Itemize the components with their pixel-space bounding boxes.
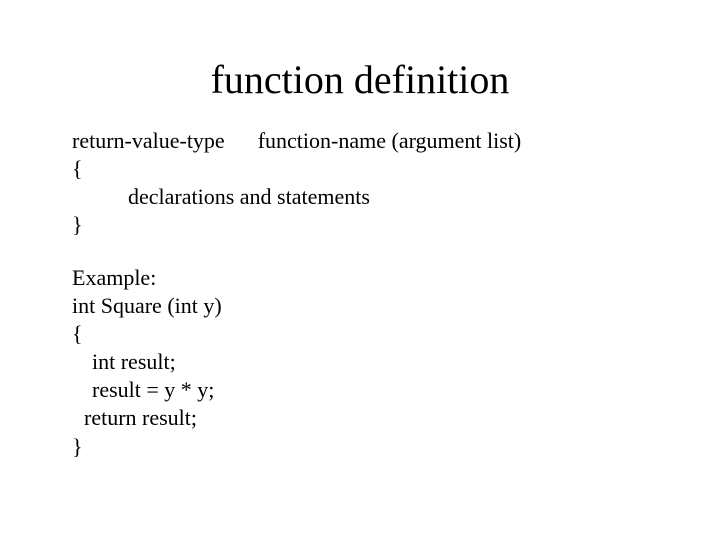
syntax-function-name-args: function-name (argument list) [258,128,522,153]
syntax-body-text: declarations and statements [72,183,660,211]
syntax-return-type: return-value-type [72,128,225,153]
example-close-brace: } [72,433,660,461]
syntax-signature-line: return-value-type function-name (argumen… [72,127,660,155]
example-signature: int Square (int y) [72,292,660,320]
example-declaration: int result; [72,348,660,376]
spacer [72,240,660,264]
slide-title: function definition [0,0,720,127]
example-open-brace: { [72,320,660,348]
slide-body: return-value-type function-name (argumen… [0,127,720,461]
syntax-open-brace: { [72,155,660,183]
slide: function definition return-value-type fu… [0,0,720,540]
example-return: return result; [72,404,660,432]
example-label: Example: [72,264,660,292]
example-assignment: result = y * y; [72,376,660,404]
syntax-close-brace: } [72,211,660,239]
